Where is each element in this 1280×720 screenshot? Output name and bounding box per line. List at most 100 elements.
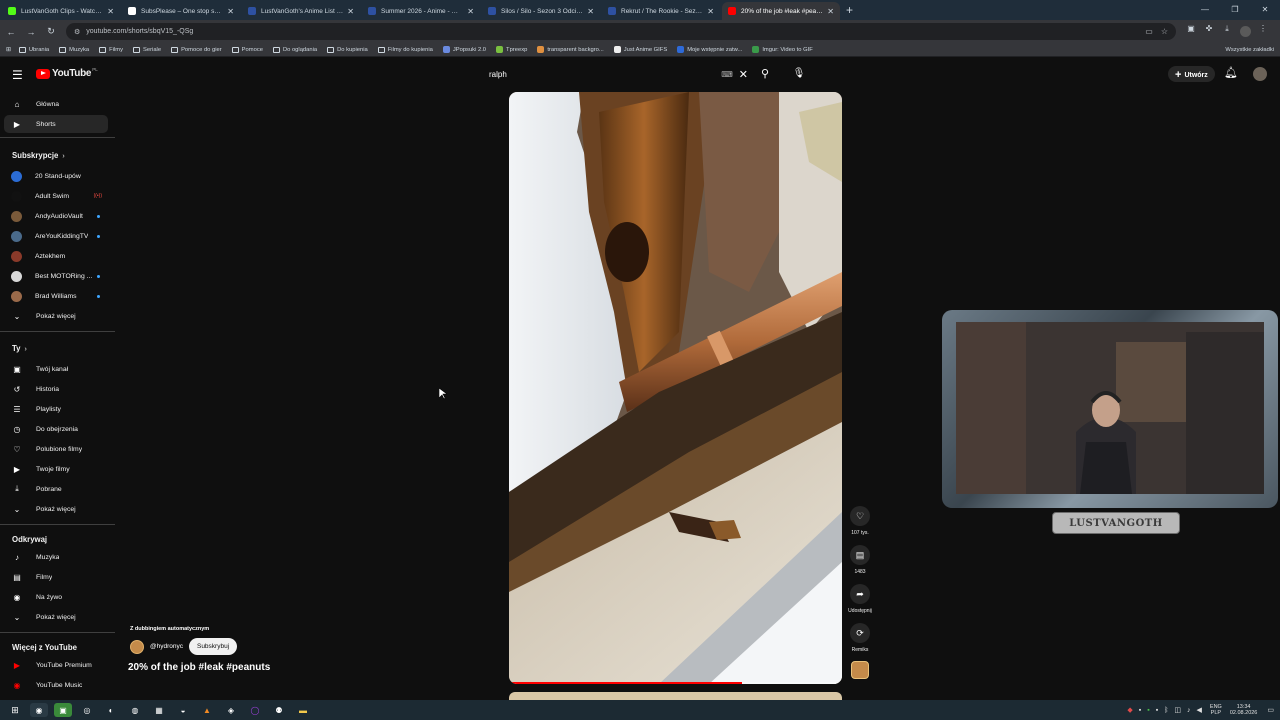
bluetooth-icon[interactable]: ᛒ: [1164, 707, 1168, 714]
notifications-icon[interactable]: ▭: [1267, 706, 1274, 714]
browser-tab[interactable]: Rekrut / The Rookie - Sezon 2 ✕: [602, 2, 720, 20]
create-button[interactable]: + Utwórz: [1168, 66, 1215, 82]
remix-action[interactable]: ⟳ Remiks: [845, 623, 875, 653]
tray-app-icon[interactable]: ◆: [1127, 706, 1132, 714]
tab-close-icon[interactable]: ✕: [587, 7, 594, 16]
apps-grid-icon[interactable]: ⊞: [6, 47, 11, 53]
bookmark-item[interactable]: Seriale: [133, 46, 161, 53]
browser-app-icon[interactable]: ◎: [78, 703, 96, 717]
chrome-app-icon[interactable]: ◉: [30, 703, 48, 717]
subscription-channel[interactable]: AreYouKiddingTV: [4, 227, 108, 245]
you-header[interactable]: Ty ›: [12, 344, 27, 353]
remix-icon[interactable]: ⟳: [850, 623, 870, 643]
terminal-app-icon[interactable]: ▣: [54, 703, 72, 717]
sidebar-item-watch-later[interactable]: ◷ Do obejrzenia: [4, 420, 108, 438]
sidebar-item-film[interactable]: ▤ Filmy: [4, 568, 108, 586]
tab-close-icon[interactable]: ✕: [347, 7, 354, 16]
subscription-channel[interactable]: Aztekhem: [4, 247, 108, 265]
address-bar[interactable]: ⚙ youtube.com/shorts/sbqV15_-QSg ▭ ☆: [66, 23, 1176, 40]
account-avatar[interactable]: [1253, 67, 1267, 81]
bookmark-item[interactable]: Do kupienia: [327, 46, 368, 53]
bookmark-item[interactable]: Filmy: [99, 46, 123, 53]
bookmark-item[interactable]: Moje wstępnie zatw...: [677, 46, 742, 53]
bookmark-item[interactable]: transparent backgro...: [537, 46, 604, 53]
browser-tab[interactable]: LustVanGoth's Anime List - My ✕: [242, 2, 360, 20]
sidebar-item-home[interactable]: ⌂ Główna: [4, 95, 108, 113]
subscription-channel[interactable]: AndyAudioVault: [4, 207, 108, 225]
tab-close-icon[interactable]: ✕: [707, 7, 714, 16]
subscribe-button[interactable]: Subskrybuj: [188, 638, 238, 655]
tray-app-icon[interactable]: ▪: [1147, 707, 1149, 714]
address-url[interactable]: youtube.com/shorts/sbqV15_-QSg: [86, 28, 1137, 35]
game-app-icon[interactable]: ⚉: [270, 703, 288, 717]
youtube-logo[interactable]: YouTube PL: [36, 67, 98, 79]
tray-app-icon[interactable]: ▪: [1139, 707, 1141, 714]
start-icon[interactable]: ⊞: [6, 703, 24, 717]
show-more-you[interactable]: ⌄ Pokaż więcej: [4, 500, 108, 518]
video-progress-bar[interactable]: [509, 682, 842, 684]
clear-search-icon[interactable]: ✕: [739, 68, 748, 81]
calendar-app-icon[interactable]: ▦: [150, 703, 168, 717]
sidebar-item-video[interactable]: ▶ Twoje filmy: [4, 460, 108, 478]
sidebar-item-playlist[interactable]: ☰ Playlisty: [4, 400, 108, 418]
show-more-subscriptions[interactable]: ⌄ Pokaż więcej: [4, 307, 108, 325]
steam-app-icon[interactable]: ◈: [222, 703, 240, 717]
app-icon[interactable]: ◯: [246, 703, 264, 717]
clock[interactable]: 13:34 02.08.2026: [1230, 704, 1258, 717]
network-icon[interactable]: ◫: [1174, 706, 1181, 714]
extensions-puzzle-icon[interactable]: ✜: [1200, 24, 1218, 39]
site-info-icon[interactable]: ⚙: [74, 28, 80, 36]
subscription-channel[interactable]: Best MOTORing ...: [4, 267, 108, 285]
sidebar-item-history[interactable]: ↺ Historia: [4, 380, 108, 398]
search-icon[interactable]: ⚲: [756, 65, 774, 83]
new-tab-button[interactable]: +: [846, 2, 853, 20]
subscription-channel[interactable]: Brad Williams: [4, 287, 108, 305]
discord-app-icon[interactable]: ◍: [126, 703, 144, 717]
bookmark-item[interactable]: Pomoce: [231, 46, 263, 53]
volume-icon[interactable]: ◀: [1197, 706, 1202, 714]
bookmark-item[interactable]: Tpreexp: [496, 46, 527, 53]
restore-icon[interactable]: ❐: [1220, 0, 1250, 20]
share-icon[interactable]: ➦: [850, 584, 870, 604]
reload-icon[interactable]: ↻: [42, 26, 60, 37]
search-box[interactable]: ralph ⌨ ✕: [480, 63, 752, 85]
microphone-tray-icon[interactable]: ♪: [1187, 707, 1191, 714]
bookmark-item[interactable]: Just Anime GIFS: [613, 46, 667, 53]
sidebar-item-live[interactable]: ◉ Na żywo: [4, 588, 108, 606]
sidebar-item-download[interactable]: ⤓ Pobrane: [4, 480, 108, 498]
tab-close-icon[interactable]: ✕: [107, 7, 114, 16]
subscriptions-header[interactable]: Subskrypcje ›: [12, 151, 65, 160]
browser-tab[interactable]: Summer 2026 - Anime - MyAni ✕: [362, 2, 480, 20]
bookmark-item[interactable]: Ubrania: [18, 46, 49, 53]
bookmark-item[interactable]: Filmy do kupienia: [377, 46, 433, 53]
sidebar-item-shorts[interactable]: ▶ Shorts: [4, 115, 108, 133]
channel-handle[interactable]: @hydronyc: [150, 643, 183, 650]
browser-tab[interactable]: SubsPlease – One stop shop fo ✕: [122, 2, 240, 20]
show-more-explore[interactable]: ⌄ Pokaż więcej: [4, 608, 108, 626]
downloads-icon[interactable]: ⤓: [1218, 24, 1236, 39]
browser-tab[interactable]: LustVanGoth Clips - Watch Live ✕: [2, 2, 120, 20]
bookmark-star-icon[interactable]: ☆: [1161, 27, 1168, 36]
install-app-icon[interactable]: ▭: [1145, 27, 1153, 36]
subscription-channel[interactable]: 20 Stand-upów: [4, 167, 108, 185]
bookmark-item[interactable]: Do oglądania: [272, 46, 317, 53]
language-indicator[interactable]: ENG PLP: [1210, 704, 1222, 716]
bookmark-item[interactable]: Imgur: Video to GIF: [752, 46, 813, 53]
folder-app-icon[interactable]: ◐: [102, 703, 120, 717]
bookmark-item[interactable]: JPopsuki 2.0: [442, 46, 486, 53]
menu-icon[interactable]: ☰: [12, 68, 23, 82]
browser-tab[interactable]: Silos / Silo - Sezon 3 Odcinek 2 ✕: [482, 2, 600, 20]
profile-avatar[interactable]: [1236, 24, 1254, 39]
vlc-app-icon[interactable]: ▲: [198, 703, 216, 717]
browser-tab[interactable]: 20% of the job #leak #peanu ✕: [722, 2, 840, 20]
sidebar-item-music-app[interactable]: ◉ YouTube Music: [4, 676, 108, 694]
channel-avatar[interactable]: [130, 639, 144, 654]
share-action[interactable]: ➦ Udostępnij: [845, 584, 875, 614]
browser-menu-icon[interactable]: ⋮: [1254, 24, 1272, 39]
notifications-bell-icon[interactable]: 🔔︎: [1224, 66, 1238, 79]
tray-app-icon[interactable]: ▪: [1156, 707, 1158, 714]
short-video-player[interactable]: [509, 92, 842, 684]
subscription-channel[interactable]: Adult Swim ((•)): [4, 187, 108, 205]
bookmark-item[interactable]: Muzyka: [59, 46, 89, 53]
sidebar-item-like[interactable]: ♡ Polubione filmy: [4, 440, 108, 458]
